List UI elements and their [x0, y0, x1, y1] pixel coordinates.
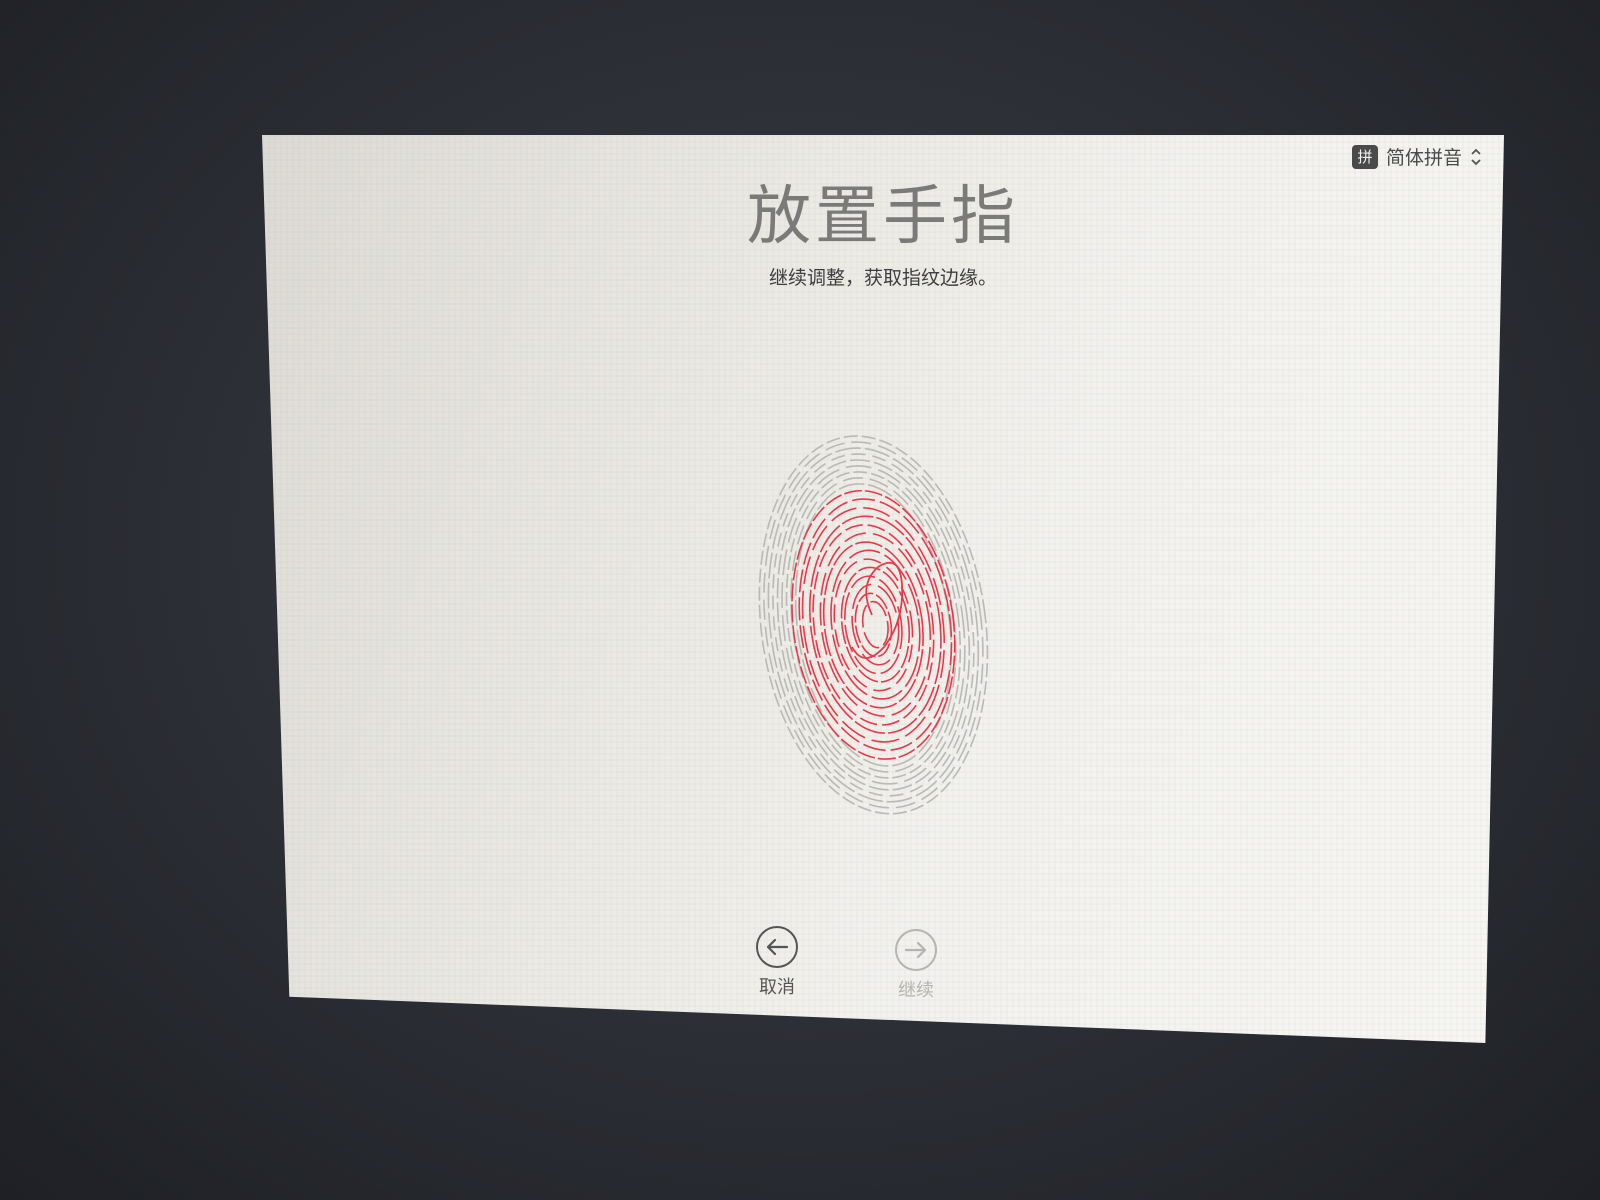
fingerprint-uncaptured-ridges [758, 435, 989, 815]
arrow-left-circle-icon [756, 926, 798, 968]
fingerprint-icon [758, 435, 989, 815]
setup-screen: 拼 简体拼音 放置手指 继续调整，获取指纹边缘。 取消 继续 [262, 135, 1504, 1043]
continue-label: 继续 [898, 980, 934, 1001]
page-subtitle: 继续调整，获取指纹边缘。 [768, 267, 997, 289]
continue-button[interactable]: 继续 [894, 928, 938, 1002]
arrow-right-circle-icon [895, 929, 937, 971]
page-title: 放置手指 [747, 180, 1019, 254]
cancel-label: 取消 [759, 977, 795, 998]
cancel-button[interactable]: 取消 [755, 925, 799, 999]
